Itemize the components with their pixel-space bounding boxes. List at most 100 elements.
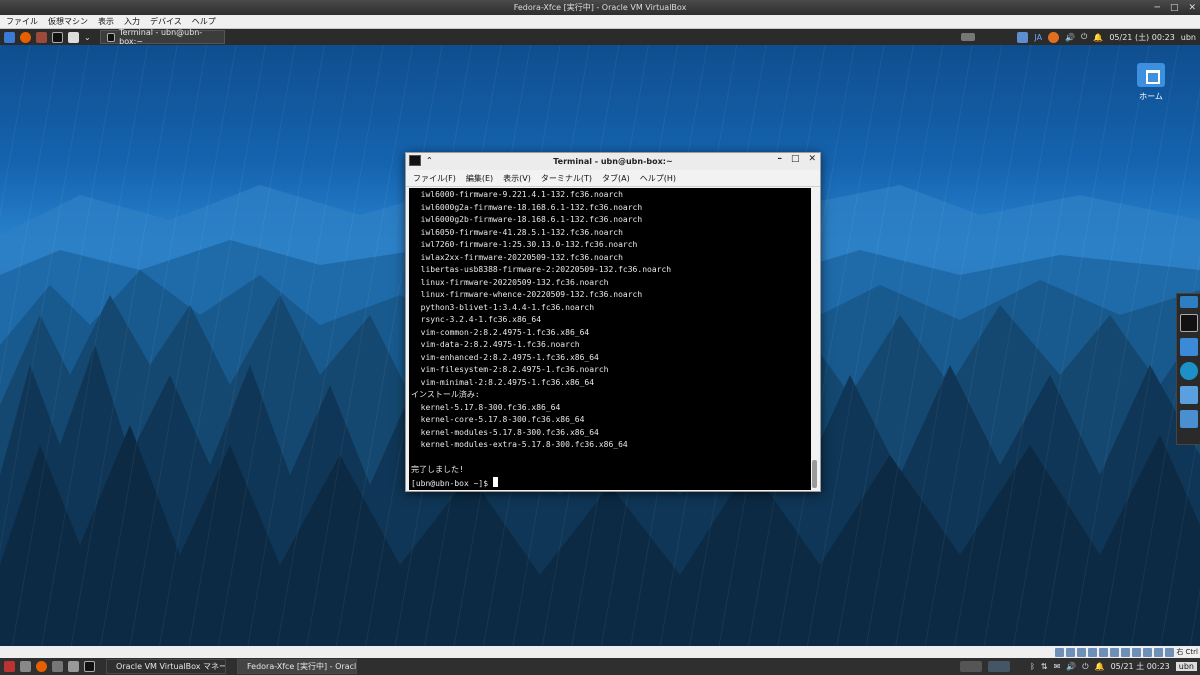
terminal-line: kernel-modules-5.17.8-300.fc36.x86_64: [411, 427, 599, 437]
shared-folder-status-icon[interactable]: [1110, 647, 1120, 657]
host-task-fedora-vm[interactable]: Fedora-Xfce [実行中] - Oracl...: [237, 659, 357, 674]
volume-icon[interactable]: 🔊: [1065, 33, 1075, 42]
host-files-icon[interactable]: [20, 661, 31, 672]
keyboard-status-icon[interactable]: [1165, 647, 1175, 657]
audio-status-icon[interactable]: [1077, 647, 1087, 657]
desktop-home-icon[interactable]: ホーム: [1128, 63, 1174, 102]
terminal-line: iwl6000g2b-firmware-18.168.6.1-132.fc36.…: [411, 215, 643, 224]
input-lang-indicator[interactable]: JA: [1034, 33, 1042, 42]
host-notification-icon[interactable]: 🔔: [1095, 662, 1105, 671]
dock-folder-icon[interactable]: [1179, 410, 1198, 428]
network-status-icon[interactable]: [1088, 647, 1098, 657]
right-dock: [1176, 293, 1200, 445]
terminal-line: vim-minimal-2:8.2.4975-1.fc36.x86_64: [411, 377, 595, 387]
host-task-virtualbox-manager[interactable]: Oracle VM VirtualBox マネー...: [106, 659, 226, 674]
term-menu-terminal[interactable]: ターミナル(T): [541, 173, 592, 184]
host-menu-view[interactable]: 表示: [98, 16, 114, 27]
close-button[interactable]: ✕: [808, 154, 816, 164]
host-clock[interactable]: 05/21 土 00:23: [1111, 661, 1170, 672]
terminal-prompt-line[interactable]: [ubn@ubn-box ~]$: [411, 476, 809, 491]
terminal-line: linux-firmware-whence-20220509-132.fc36.…: [411, 290, 643, 299]
host-user-label[interactable]: ubn: [1175, 662, 1197, 671]
power-icon[interactable]: ⏻: [1081, 32, 1087, 42]
update-icon[interactable]: [1048, 31, 1060, 43]
editor-icon[interactable]: [68, 31, 79, 43]
files-icon[interactable]: [36, 31, 47, 43]
hdd-status-icon[interactable]: [1055, 647, 1065, 657]
chevron-down-icon[interactable]: ⌄: [84, 33, 91, 42]
chevron-up-icon[interactable]: ⌃: [426, 156, 433, 165]
host-menu-devices[interactable]: デバイス: [150, 16, 182, 27]
terminal-icon: [106, 32, 116, 42]
mouse-status-icon[interactable]: [1154, 647, 1164, 657]
host-terminal-icon[interactable]: [84, 661, 95, 672]
network-icon[interactable]: [1017, 31, 1029, 43]
terminal-line: python3-blivet-1:3.4.4-1.fc36.noarch: [411, 302, 595, 312]
term-menu-edit[interactable]: 編集(E): [466, 173, 493, 184]
host-maximize-button[interactable]: □: [1170, 3, 1179, 13]
apps-menu-icon[interactable]: [4, 31, 15, 43]
cpu-status-icon[interactable]: [1143, 647, 1153, 657]
guest-taskbar-terminal[interactable]: Terminal - ubn@ubn-box:~: [99, 28, 225, 46]
host-firefox-icon[interactable]: [36, 661, 47, 672]
bluetooth-icon[interactable]: ᛒ: [1030, 662, 1035, 671]
scrollbar-thumb[interactable]: [812, 460, 817, 488]
host-key-label: 右 Ctrl: [1176, 648, 1198, 656]
terminal-line: vim-enhanced-2:8.2.4975-1.fc36.x86_64: [411, 352, 599, 362]
usb-status-icon[interactable]: [1099, 647, 1109, 657]
term-menu-tabs[interactable]: タブ(A): [602, 173, 630, 184]
terminal-app-icon[interactable]: [409, 155, 421, 166]
host-menu-machine[interactable]: 仮想マシン: [48, 16, 88, 27]
terminal-line: linux-firmware-20220509-132.fc36.noarch: [411, 277, 609, 287]
terminal-line: libertas-usb8388-firmware-2:20220509-132…: [411, 265, 672, 274]
guest-user-label[interactable]: ubn: [1181, 33, 1196, 42]
dock-browser-icon[interactable]: [1179, 362, 1198, 380]
recording-status-icon[interactable]: [1132, 647, 1142, 657]
terminal-window[interactable]: ⌃ Terminal - ubn@ubn-box:~ – □ ✕ ファイル(F)…: [405, 152, 821, 492]
terminal-line: iwl7260-firmware-1:25.30.13.0-132.fc36.n…: [411, 240, 638, 249]
terminal-line: kernel-5.17.8-300.fc36.x86_64: [411, 402, 561, 412]
terminal-output[interactable]: iwl6000-firmware-9.221.4.1-132.fc36.noar…: [409, 188, 811, 490]
workspace-switcher-icon[interactable]: [961, 33, 976, 41]
terminal-scrollbar[interactable]: [811, 188, 818, 490]
host-mail-icon[interactable]: ✉: [1054, 662, 1061, 671]
host-apps-menu-icon[interactable]: [4, 661, 15, 672]
host-power-icon[interactable]: ⏻: [1082, 662, 1088, 672]
terminal-line: kernel-modules-extra-5.17.8-300.fc36.x86…: [411, 440, 628, 449]
guest-task-label: Terminal - ubn@ubn-box:~: [119, 28, 203, 46]
firefox-icon[interactable]: [20, 31, 31, 43]
host-folder-icon[interactable]: [52, 661, 63, 672]
host-status-bar: 右 Ctrl: [0, 646, 1200, 658]
notification-icon[interactable]: 🔔: [1093, 33, 1103, 42]
host-menu-help[interactable]: ヘルプ: [192, 16, 216, 27]
host-volume-icon[interactable]: 🔊: [1066, 662, 1076, 671]
terminal-title: Terminal - ubn@ubn-box:~: [553, 157, 673, 166]
host-workspace-2[interactable]: [988, 661, 1011, 672]
terminal-line: インストール済み:: [411, 390, 480, 399]
maximize-button[interactable]: □: [791, 154, 800, 164]
guest-top-panel: ⌄ Terminal - ubn@ubn-box:~ JA 🔊 ⏻ 🔔 05/2…: [0, 28, 1200, 46]
dock-search-icon[interactable]: [1179, 386, 1198, 404]
host-menu-input[interactable]: 入力: [124, 16, 140, 27]
terminal-launcher-icon[interactable]: [52, 31, 63, 43]
minimize-button[interactable]: –: [777, 154, 782, 164]
host-editor-icon[interactable]: [68, 661, 79, 672]
host-minimize-button[interactable]: ─: [1155, 3, 1160, 13]
term-menu-view[interactable]: 表示(V): [503, 173, 531, 184]
display-status-icon[interactable]: [1121, 647, 1131, 657]
term-menu-file[interactable]: ファイル(F): [413, 173, 456, 184]
host-menu-file[interactable]: ファイル: [6, 16, 38, 27]
optical-status-icon[interactable]: [1066, 647, 1076, 657]
guest-clock[interactable]: 05/21 (土) 00:23: [1109, 32, 1174, 43]
dock-terminal-icon[interactable]: [1179, 314, 1198, 332]
host-close-button[interactable]: ✕: [1188, 3, 1196, 13]
terminal-prompt: [ubn@ubn-box ~]$: [411, 478, 493, 488]
term-menu-help[interactable]: ヘルプ(H): [640, 173, 676, 184]
terminal-title-bar[interactable]: ⌃ Terminal - ubn@ubn-box:~ – □ ✕: [406, 153, 820, 170]
dock-files-icon[interactable]: [1179, 338, 1198, 356]
host-network-icon[interactable]: ⇅: [1041, 662, 1048, 671]
terminal-line: iwl6000-firmware-9.221.4.1-132.fc36.noar…: [411, 190, 623, 199]
show-desktop-icon[interactable]: [1179, 296, 1198, 308]
host-workspace-1[interactable]: [960, 661, 983, 672]
